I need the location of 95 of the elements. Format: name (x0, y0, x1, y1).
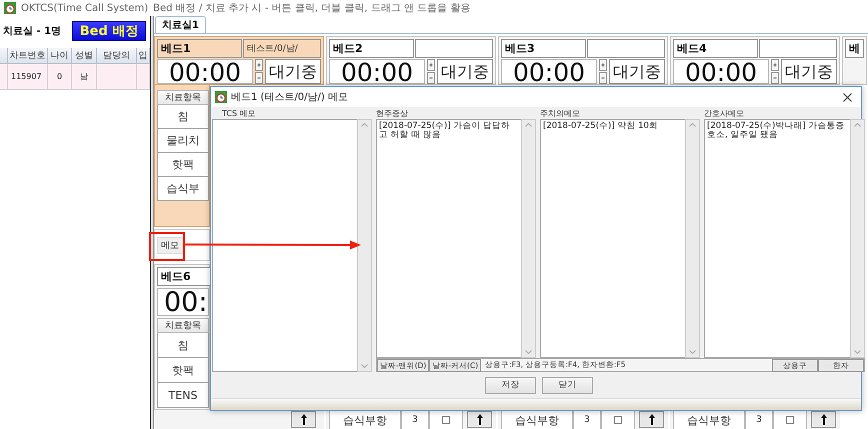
move-up-button[interactable] (639, 411, 664, 428)
treatment-item[interactable]: 습식부항 (673, 410, 745, 429)
bed-name: 베드2 (329, 39, 414, 58)
dialog-title: 베드1 (테스트/0/남/) 메모 (231, 91, 349, 104)
table-cell (97, 64, 137, 90)
bed-assign-button[interactable]: Bed 배정 (72, 21, 146, 41)
table-cell: 0 (48, 64, 72, 90)
column-header: 성별 (72, 48, 97, 64)
window-subtitle: Bed 배정 / 치료 추가 시 - 버튼 클릭, 더블 클릭, 드래그 앤 드롭을 활용 (153, 2, 470, 15)
treatment-item[interactable]: TENS (157, 383, 209, 408)
move-up-button[interactable] (811, 411, 836, 428)
status-label: 대기중 (265, 59, 321, 84)
treatment-header: 치료항목 (157, 318, 209, 333)
checkbox[interactable] (614, 416, 622, 424)
scrollbar[interactable] (521, 119, 536, 358)
timer-display: 00: (157, 288, 209, 316)
bed-card[interactable]: 베 (842, 36, 867, 85)
bed-card[interactable]: 베드3 00:00 대기중 (498, 36, 668, 85)
column-label: 주치의메모 (540, 108, 581, 119)
bed-card[interactable]: 베드6 00: 치료항목 침 핫팩 TENS (154, 264, 210, 410)
spinner-icon[interactable] (427, 59, 435, 84)
spinner-icon[interactable] (599, 59, 607, 84)
scroll-down-icon[interactable] (525, 350, 532, 354)
treatment-item[interactable]: 침 (157, 105, 209, 129)
room-heading: 치료실 - 1명 (3, 25, 62, 38)
scroll-down-icon[interactable] (854, 350, 861, 354)
bed-name: 베 (845, 39, 864, 58)
status-label: 대기중 (781, 59, 837, 84)
treatment-item[interactable]: 핫팩 (157, 153, 209, 177)
memo-field[interactable]: [2018-07-25(수)] 가슴이 답답하고 허할 때 많음 (376, 119, 521, 358)
room-tab[interactable]: 치료실1 (155, 16, 206, 33)
bed-name: 베드6 (157, 267, 211, 286)
column-label: 현주증상 (376, 108, 409, 119)
treatment-item[interactable]: 습식부 (157, 177, 209, 201)
treatment-header: 치료항목 (157, 90, 209, 105)
timer-display: 00:00 (329, 59, 425, 84)
column-label: 간호사메모 (704, 108, 745, 119)
column-header: 차트번호 (8, 48, 48, 64)
bed-card[interactable]: 베드1 테스트/0/남/ 00:00 대기중 (154, 36, 324, 85)
memo-field[interactable]: [2018-07-25(수)] 약침 10회 (540, 119, 685, 358)
save-button[interactable]: 저장 (485, 376, 536, 394)
memo-button[interactable]: 메모 (157, 236, 183, 254)
timer-display: 00:00 (501, 59, 597, 84)
highlight-frame (149, 232, 185, 261)
bed-card[interactable]: 베드4 00:00 대기중 (670, 36, 840, 85)
spinner-icon[interactable] (771, 59, 779, 84)
status-label: 대기중 (609, 59, 665, 84)
scroll-up-icon[interactable] (361, 123, 368, 127)
arrow-up-icon (300, 414, 306, 425)
arrow-up-icon (820, 414, 826, 425)
timer-display: 00:00 (157, 59, 253, 84)
treatment-count: 3 (745, 410, 773, 429)
treatment-count: 3 (401, 410, 429, 429)
scrollbar[interactable] (850, 119, 865, 358)
close-icon (842, 92, 852, 102)
bed-name: 베드1 (157, 39, 242, 58)
scroll-down-icon[interactable] (689, 350, 696, 354)
arrow-up-icon (476, 414, 482, 425)
treatment-count: 3 (573, 410, 601, 429)
window-title: OKTCS(Time Call System) (21, 2, 148, 14)
move-up-button[interactable] (291, 411, 316, 428)
spinner-icon[interactable] (255, 59, 263, 84)
table-cell (137, 64, 150, 90)
column-header: 담당의 (97, 48, 137, 64)
close-dialog-button[interactable]: 닫기 (542, 376, 593, 394)
treatment-item[interactable]: 습식부항 (501, 410, 573, 429)
bed-name: 베드4 (673, 39, 758, 58)
column-label: TCS 메모 (221, 108, 257, 119)
bed-card[interactable]: 베드2 00:00 대기중 (326, 36, 496, 85)
scroll-up-icon[interactable] (854, 123, 861, 127)
bed-name: 베드3 (501, 39, 586, 58)
column-header (0, 48, 8, 64)
column-header: 입 (137, 48, 150, 64)
treatment-item[interactable]: 핫팩 (157, 358, 209, 383)
arrow-up-icon (648, 414, 654, 425)
table-cell: 남 (72, 64, 97, 90)
treatment-item[interactable]: 물리치 (157, 129, 209, 153)
memo-field[interactable] (212, 119, 357, 372)
scrollbar[interactable] (685, 119, 700, 358)
treatment-item[interactable]: 침 (157, 333, 209, 358)
timer-display: 00:00 (673, 59, 769, 84)
scroll-up-icon[interactable] (525, 123, 532, 127)
alarm-clock-icon (215, 91, 227, 103)
checkbox[interactable] (442, 416, 450, 424)
treatment-item[interactable]: 습식부항 (329, 410, 401, 429)
scrollbar[interactable] (357, 119, 372, 372)
table-cell: 115907 (8, 64, 48, 90)
patient-info: 테스트/0/남/ (243, 39, 321, 58)
scroll-up-icon[interactable] (689, 123, 696, 127)
status-label: 대기중 (437, 59, 493, 84)
memo-field[interactable]: [2018-07-25(수)박나래] 가슴통증 호소, 일주일 됐음 (704, 119, 850, 358)
checkbox[interactable] (786, 416, 794, 424)
column-header: 나이 (48, 48, 72, 64)
move-up-button[interactable] (467, 411, 492, 428)
scroll-down-icon[interactable] (361, 364, 368, 368)
